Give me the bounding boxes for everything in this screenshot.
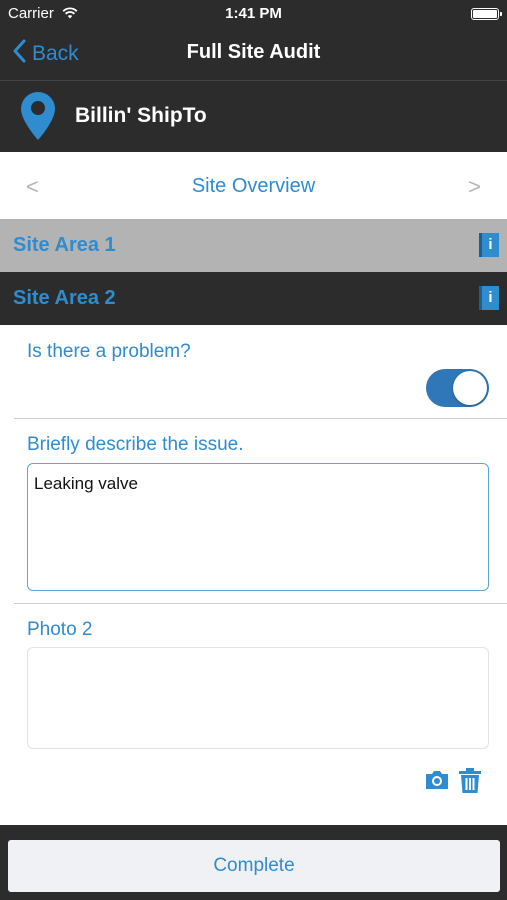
site-area-label: Site Area 2 xyxy=(13,287,116,309)
problem-toggle[interactable] xyxy=(426,369,489,407)
location-name: Billin' ShipTo xyxy=(75,104,207,127)
trash-icon[interactable] xyxy=(458,768,482,799)
info-icon[interactable]: i xyxy=(479,233,499,257)
battery-icon xyxy=(471,8,502,20)
navigation-bar: Back Full Site Audit xyxy=(0,28,507,80)
divider xyxy=(14,418,507,419)
toggle-knob xyxy=(453,371,487,405)
map-pin-icon xyxy=(20,91,56,146)
site-area-label: Site Area 1 xyxy=(13,234,116,256)
photo-preview-area[interactable] xyxy=(27,647,489,749)
footer: Complete xyxy=(0,825,507,900)
issue-description-field[interactable]: Leaking valve xyxy=(27,463,489,591)
photo-label: Photo 2 xyxy=(27,619,93,640)
audit-form: Is there a problem? Briefly describe the… xyxy=(0,325,507,825)
page-title: Full Site Audit xyxy=(186,41,321,63)
status-bar: Carrier 1:41 PM xyxy=(0,0,507,28)
next-section-button[interactable]: > xyxy=(468,174,481,200)
problem-question-label: Is there a problem? xyxy=(27,341,191,362)
site-area-row-2[interactable]: Site Area 2 i xyxy=(0,272,507,325)
describe-question-label: Briefly describe the issue. xyxy=(27,434,244,455)
section-title: Site Overview xyxy=(191,175,316,197)
camera-icon[interactable] xyxy=(424,769,450,796)
complete-button[interactable]: Complete xyxy=(8,840,500,892)
divider xyxy=(14,603,507,604)
section-selector: < Site Overview > xyxy=(0,152,507,219)
screen: Carrier 1:41 PM Back Full Site Audit Bil… xyxy=(0,0,507,900)
location-header: Billin' ShipTo xyxy=(0,81,507,152)
status-time: 1:41 PM xyxy=(225,5,282,22)
info-icon[interactable]: i xyxy=(479,286,499,310)
site-area-row-1[interactable]: Site Area 1 i xyxy=(0,219,507,272)
